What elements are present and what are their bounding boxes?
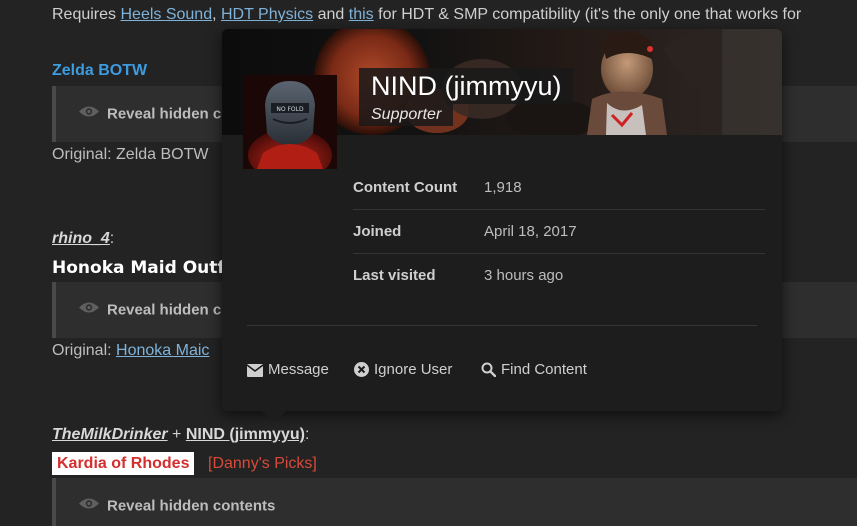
author-line-milkdrinker: TheMilkDrinker + NIND (jimmyyu): [52, 426, 309, 444]
stat-value: April 18, 2017 [484, 223, 577, 240]
this-link[interactable]: this [349, 6, 374, 23]
section-title-zelda: Zelda BOTW [52, 62, 148, 79]
ignore-user-label: Ignore User [374, 361, 453, 378]
author-line-rhino: rhino_4: [52, 230, 114, 248]
requires-prefix: Requires [52, 6, 121, 23]
author-join: + [167, 426, 186, 443]
envelope-icon [246, 361, 268, 378]
stat-label: Content Count [353, 179, 458, 196]
hdt-physics-link[interactable]: HDT Physics [221, 6, 313, 23]
original-line-honoka: Original: Honoka Maic [52, 342, 209, 360]
honoka-original-link[interactable]: Honoka Maic [116, 342, 209, 359]
stat-value: 1,918 [484, 179, 522, 196]
user-group: Supporter [359, 104, 454, 126]
message-button[interactable]: Message [246, 361, 329, 381]
comic-title-honoka: Honoka Maid Outfit [52, 258, 239, 278]
find-content-label: Find Content [501, 361, 587, 378]
find-content-button[interactable]: Find Content [481, 361, 587, 381]
original-line-zelda: Original: Zelda BOTW [52, 146, 209, 163]
author-link-rhino[interactable]: rhino_4 [52, 230, 110, 247]
stat-label: Last visited [353, 267, 436, 284]
author-link-milkdrinker[interactable]: TheMilkDrinker [52, 426, 168, 443]
author-link-nind[interactable]: NIND (jimmyyu) [186, 426, 305, 443]
stat-row-joined: Joined April 18, 2017 [353, 209, 765, 254]
requires-sep2: and [313, 6, 349, 23]
stat-row-last-visited: Last visited 3 hours ago [353, 253, 765, 297]
profile-name[interactable]: NIND (jimmyyu) [359, 68, 574, 104]
original-prefix: Original: [52, 342, 117, 359]
hovercard-pointer [262, 411, 286, 423]
requires-sep1: , [212, 6, 221, 23]
ignore-user-button[interactable]: Ignore User [354, 361, 452, 381]
requires-line: Requires Heels Sound, HDT Physics and th… [52, 6, 801, 24]
avatar-badge-text: NO FOLD [276, 106, 304, 113]
stat-label: Joined [353, 223, 402, 240]
requires-suffix: for HDT & SMP compatibility (it's the on… [373, 6, 802, 23]
stat-value: 3 hours ago [484, 267, 564, 284]
reveal-hidden-label: Reveal hidden c [107, 301, 222, 319]
x-circle-icon [354, 361, 374, 378]
card-divider [247, 325, 757, 326]
reveal-hidden-label: Reveal hidden c [107, 105, 222, 123]
user-hovercard: NO FOLD NIND (jimmyyu) Supporter Content… [222, 29, 782, 411]
message-label: Message [268, 361, 329, 378]
eye-icon [78, 301, 100, 320]
spoiler-block-3[interactable]: Reveal hidden contents [52, 478, 857, 526]
kardia-title-badge: Kardia of Rhodes [52, 452, 195, 475]
forum-post-page: Requires Heels Sound, HDT Physics and th… [0, 0, 857, 526]
stat-row-content-count: Content Count 1,918 [353, 165, 765, 210]
dannys-picks-label: [Danny's Picks] [208, 455, 317, 472]
search-icon [481, 361, 501, 378]
author-colon: : [109, 230, 115, 247]
author-colon: : [304, 426, 310, 443]
avatar[interactable]: NO FOLD [243, 75, 337, 169]
heels-sound-link[interactable]: Heels Sound [120, 6, 212, 23]
eye-icon [78, 105, 100, 124]
reveal-hidden-label: Reveal hidden contents [107, 497, 276, 515]
eye-icon [78, 497, 100, 516]
